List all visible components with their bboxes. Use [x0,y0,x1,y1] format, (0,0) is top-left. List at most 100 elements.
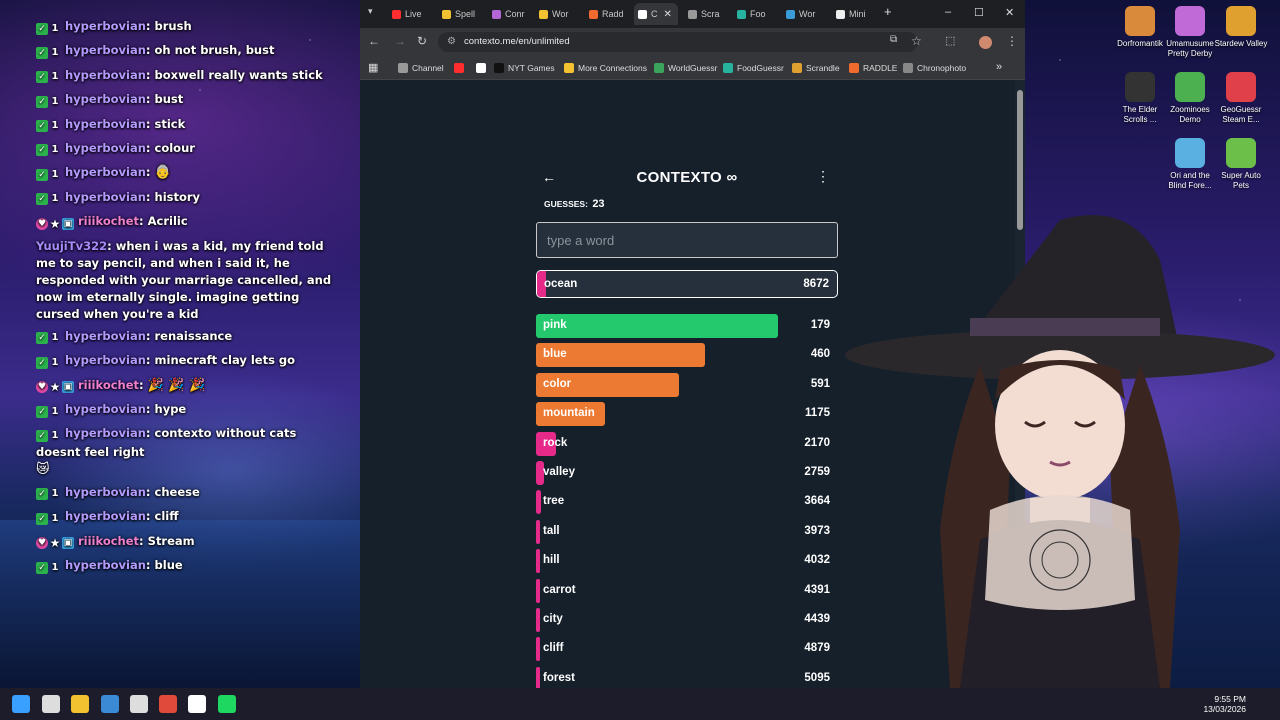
chat-username[interactable]: hyperbovian [65,43,146,57]
check-badge-icon: ✓ [36,71,48,84]
bookmark-item[interactable]: FoodGuessr [723,63,784,73]
browser-tab[interactable]: Wor [535,3,581,25]
chat-message: ✓ 1 hyperbovian: 👵 [36,164,336,183]
chat-colon: : [145,402,155,417]
more-bookmarks-icon[interactable]: » [996,61,1002,73]
sub-badge-icon: ▣ [62,537,74,550]
chat-username[interactable]: hyperbovian [65,190,146,204]
chat-text: oh not brush, bust [154,43,275,58]
chat-username[interactable]: hyperbovian [65,485,146,499]
guess-bar [536,578,540,603]
chat-username[interactable]: hyperbovian [65,165,146,179]
guess-row: mountain 1175 [536,400,838,429]
kebab-menu-icon[interactable]: ⋮ [816,168,830,185]
site-info-icon[interactable]: ⚙ [447,32,456,52]
browser-tab[interactable]: Spell [438,3,484,25]
bookmark-item[interactable]: Scrandle [792,63,840,73]
chat-username[interactable]: riiikochet [78,534,139,548]
browser-tab[interactable]: Live [388,3,434,25]
desktop-shortcut[interactable]: GeoGuessr Steam E... [1213,72,1269,124]
obs-icon[interactable] [42,695,60,713]
extensions-icon[interactable]: ⬚ [945,34,955,47]
chat-username[interactable]: hyperbovian [65,353,146,367]
browser-tab[interactable]: C ✕ [634,3,678,25]
profile-avatar-icon[interactable] [979,36,992,49]
shortcut-label: GeoGuessr Steam E... [1220,105,1262,124]
bookmark-item[interactable] [454,63,468,73]
bookmark-item[interactable]: More Connections [564,63,647,73]
file-explorer-icon[interactable] [71,695,89,713]
tab-search-icon[interactable]: ▾ [368,6,373,17]
raddle-icon [849,63,859,73]
chat-username[interactable]: hyperbovian [65,558,146,572]
vtube-icon[interactable] [130,695,148,713]
chat-username[interactable]: hyperbovian [65,402,146,416]
chat-username[interactable]: hyperbovian [65,117,146,131]
maximize-icon[interactable]: ☐ [974,6,984,19]
new-tab-icon[interactable]: + [884,4,892,19]
star-badge-icon: ★ [49,380,61,395]
bookmark-item[interactable] [476,63,490,73]
app-icon [1226,72,1256,102]
guess-rank: 2170 [804,436,830,449]
bookmark-star-icon[interactable]: ☆ [911,34,922,48]
windows-icon[interactable] [12,695,30,713]
last-guess-word: ocean [544,278,578,290]
bookmark-item[interactable]: NYT Games [494,63,555,73]
app-icon [1175,138,1205,168]
browser-tab[interactable]: Foo [733,3,779,25]
bookmark-item[interactable]: Chronophoto [903,63,966,73]
chat-username[interactable]: hyperbovian [65,141,146,155]
desktop-shortcut[interactable]: Dorfromantik [1112,6,1168,49]
chat-username[interactable]: hyperbovian [65,509,146,523]
chat-colon: : [107,238,116,253]
chat-username[interactable]: riiikochet [78,378,139,392]
chat-emote: 🎉 🎉 🎉 [147,377,206,393]
chat-username[interactable]: hyperbovian [65,68,146,82]
close-window-icon[interactable]: ✕ [1005,6,1014,19]
spotify-icon[interactable] [218,695,236,713]
install-icon[interactable]: ⧉ [890,34,897,45]
chat-text: cliff [154,509,179,524]
forward-icon[interactable]: → [394,34,406,48]
capcut-icon[interactable] [188,695,206,713]
browser-tab[interactable]: Scra [684,3,730,25]
guess-row: blue 460 [536,341,838,370]
desktop-shortcut[interactable]: Umamusume Pretty Derby [1162,6,1218,58]
minimize-icon[interactable]: – [945,6,951,18]
bookmark-item[interactable]: Channel [398,63,444,73]
desktop-shortcut[interactable]: The Elder Scrolls ... [1112,72,1168,124]
browser-tab[interactable]: Conr [488,3,534,25]
chat-text: bust [154,92,184,107]
chat-username[interactable]: riiikochet [78,214,139,228]
chat-username[interactable]: hyperbovian [65,92,146,106]
desktop-shortcut[interactable]: Stardew Valley [1213,6,1269,49]
guess-rank: 4032 [804,554,830,567]
bookmark-item[interactable]: RADDLE [849,63,897,73]
heart-badge-icon: ♥ [36,381,48,394]
chat-emote: 😿 [36,462,50,478]
guess-word: color [543,377,572,390]
chat-username[interactable]: hyperbovian [65,426,146,440]
desktop-shortcut[interactable]: Zoominoes Demo [1162,72,1218,124]
chrome-icon[interactable] [159,695,177,713]
close-tab-icon[interactable]: ✕ [664,9,672,20]
chat-username[interactable]: hyperbovian [65,329,146,343]
photos-icon[interactable] [101,695,119,713]
chat-username[interactable]: YuujiTv322 [36,239,107,253]
system-clock[interactable]: 9:55 PM 13/03/2026 [1203,694,1246,714]
browser-tab[interactable]: Wor [782,3,828,25]
chat-username[interactable]: hyperbovian [65,19,146,33]
apps-grid-icon[interactable]: ▦ [368,61,378,74]
desktop-shortcut[interactable]: Ori and the Blind Fore... [1162,138,1218,190]
reload-icon[interactable]: ↻ [417,34,427,48]
word-input[interactable] [536,222,838,258]
bookmark-item[interactable]: WorldGuessr [654,63,717,73]
address-bar[interactable]: ⚙ contexto.me/en/unlimited [438,32,918,52]
camera-icon [903,63,913,73]
more-menu-icon[interactable]: ⋮ [1006,34,1018,48]
desktop-shortcut[interactable]: Super Auto Pets [1213,138,1269,190]
browser-tab[interactable]: Mini [832,3,878,25]
back-icon[interactable]: ← [368,34,380,48]
browser-tab[interactable]: Radd [585,3,631,25]
